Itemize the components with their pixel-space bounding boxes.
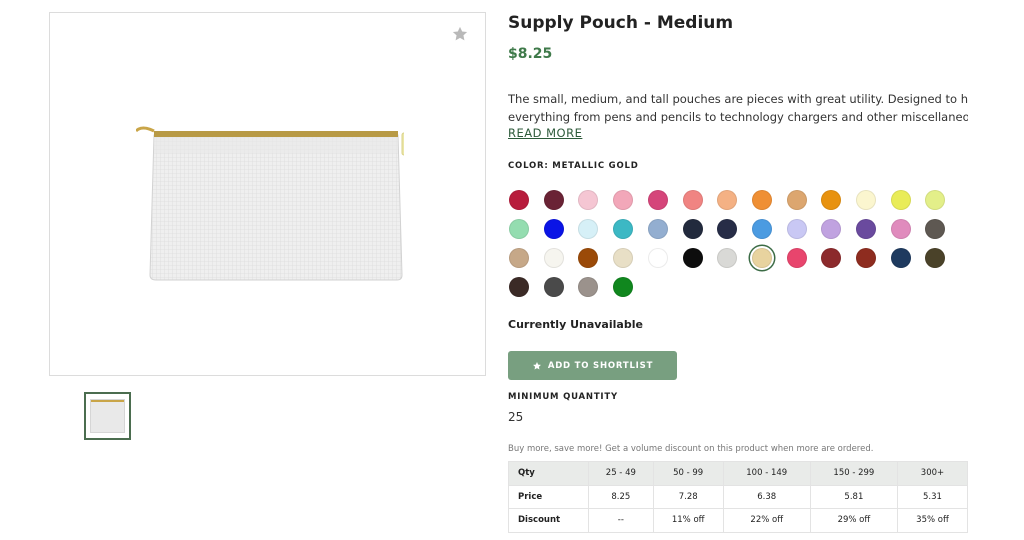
color-swatch[interactable] xyxy=(683,248,703,268)
table-header: 300+ xyxy=(896,461,969,486)
color-swatch[interactable] xyxy=(717,219,737,239)
table-header: 50 - 99 xyxy=(652,461,724,486)
star-icon xyxy=(532,361,541,370)
color-swatch[interactable] xyxy=(648,219,668,239)
color-swatch[interactable] xyxy=(578,248,598,268)
color-swatch[interactable] xyxy=(544,277,564,297)
color-swatch[interactable] xyxy=(891,248,911,268)
color-swatch[interactable] xyxy=(787,190,807,210)
table-cell: 8.25 xyxy=(588,484,654,509)
table-cell: -- xyxy=(588,508,654,533)
color-swatch[interactable] xyxy=(613,248,633,268)
product-price: $8.25 xyxy=(508,46,553,62)
color-swatch[interactable] xyxy=(856,190,876,210)
color-swatch[interactable] xyxy=(578,190,598,210)
table-row: Price 8.25 7.28 6.38 5.81 5.31 xyxy=(508,484,969,509)
description-line: The small, medium, and tall pouches are … xyxy=(508,92,968,106)
color-label: COLOR: METALLIC GOLD xyxy=(508,161,639,171)
color-swatch[interactable] xyxy=(578,277,598,297)
table-header: 100 - 149 xyxy=(722,461,811,486)
color-swatch[interactable] xyxy=(509,219,529,239)
color-swatch[interactable] xyxy=(925,219,945,239)
table-row: Discount -- 11% off 22% off 29% off 35% … xyxy=(508,508,969,533)
color-swatch[interactable] xyxy=(509,190,529,210)
table-cell: 11% off xyxy=(652,508,724,533)
color-swatch[interactable] xyxy=(509,248,529,268)
thumbnail-image[interactable] xyxy=(84,392,131,440)
color-swatch[interactable] xyxy=(717,190,737,210)
color-swatch[interactable] xyxy=(683,190,703,210)
color-swatch[interactable] xyxy=(891,190,911,210)
color-swatch[interactable] xyxy=(544,190,564,210)
color-swatch[interactable] xyxy=(821,219,841,239)
color-swatch[interactable] xyxy=(821,190,841,210)
table-cell: 5.81 xyxy=(809,484,898,509)
product-title: Supply Pouch - Medium xyxy=(508,13,734,33)
pricing-table: Qty 25 - 49 50 - 99 100 - 149 150 - 299 … xyxy=(508,461,969,533)
color-swatch[interactable] xyxy=(509,277,529,297)
table-header-row: Qty 25 - 49 50 - 99 100 - 149 150 - 299 … xyxy=(508,461,969,486)
availability-status: Currently Unavailable xyxy=(508,318,643,331)
table-cell: 6.38 xyxy=(722,484,811,509)
read-more-link[interactable]: READ MORE xyxy=(508,126,582,140)
color-swatch[interactable] xyxy=(787,248,807,268)
color-swatch[interactable] xyxy=(613,219,633,239)
color-swatch[interactable] xyxy=(891,219,911,239)
color-swatch[interactable] xyxy=(752,190,772,210)
color-swatch[interactable] xyxy=(717,248,737,268)
color-swatch[interactable] xyxy=(752,219,772,239)
color-swatch[interactable] xyxy=(752,248,772,268)
color-swatch[interactable] xyxy=(821,248,841,268)
table-header: Qty xyxy=(508,461,589,486)
color-swatch[interactable] xyxy=(613,190,633,210)
shortlist-label: ADD TO SHORTLIST xyxy=(547,360,654,371)
color-swatch[interactable] xyxy=(544,219,564,239)
product-image xyxy=(136,126,404,281)
table-cell: 7.28 xyxy=(652,484,724,509)
color-swatch[interactable] xyxy=(648,248,668,268)
table-cell: 29% off xyxy=(809,508,898,533)
color-swatch[interactable] xyxy=(683,219,703,239)
product-image-frame[interactable] xyxy=(49,12,486,376)
table-header: 150 - 299 xyxy=(809,461,898,486)
color-swatch[interactable] xyxy=(648,190,668,210)
table-cell: 5.31 xyxy=(896,484,969,509)
volume-discount-note: Buy more, save more! Get a volume discou… xyxy=(508,444,874,454)
table-row-label: Discount xyxy=(508,508,589,533)
color-swatch[interactable] xyxy=(925,190,945,210)
minimum-quantity-label: MINIMUM QUANTITY xyxy=(508,392,618,402)
minimum-quantity-value: 25 xyxy=(508,410,524,424)
table-row-label: Price xyxy=(508,484,589,509)
color-swatch[interactable] xyxy=(613,277,633,297)
table-header: 25 - 49 xyxy=(588,461,654,486)
color-swatch[interactable] xyxy=(578,219,598,239)
table-cell: 35% off xyxy=(896,508,969,533)
color-swatch[interactable] xyxy=(544,248,564,268)
product-description: The small, medium, and tall pouches are … xyxy=(508,91,968,126)
star-icon[interactable] xyxy=(451,25,469,43)
description-line: everything from pens and pencils to tech… xyxy=(508,109,968,124)
color-swatch[interactable] xyxy=(856,248,876,268)
table-cell: 22% off xyxy=(722,508,811,533)
color-swatch[interactable] xyxy=(787,219,807,239)
color-swatch[interactable] xyxy=(856,219,876,239)
color-swatch[interactable] xyxy=(925,248,945,268)
add-to-shortlist-button[interactable]: ADD TO SHORTLIST xyxy=(508,351,677,380)
